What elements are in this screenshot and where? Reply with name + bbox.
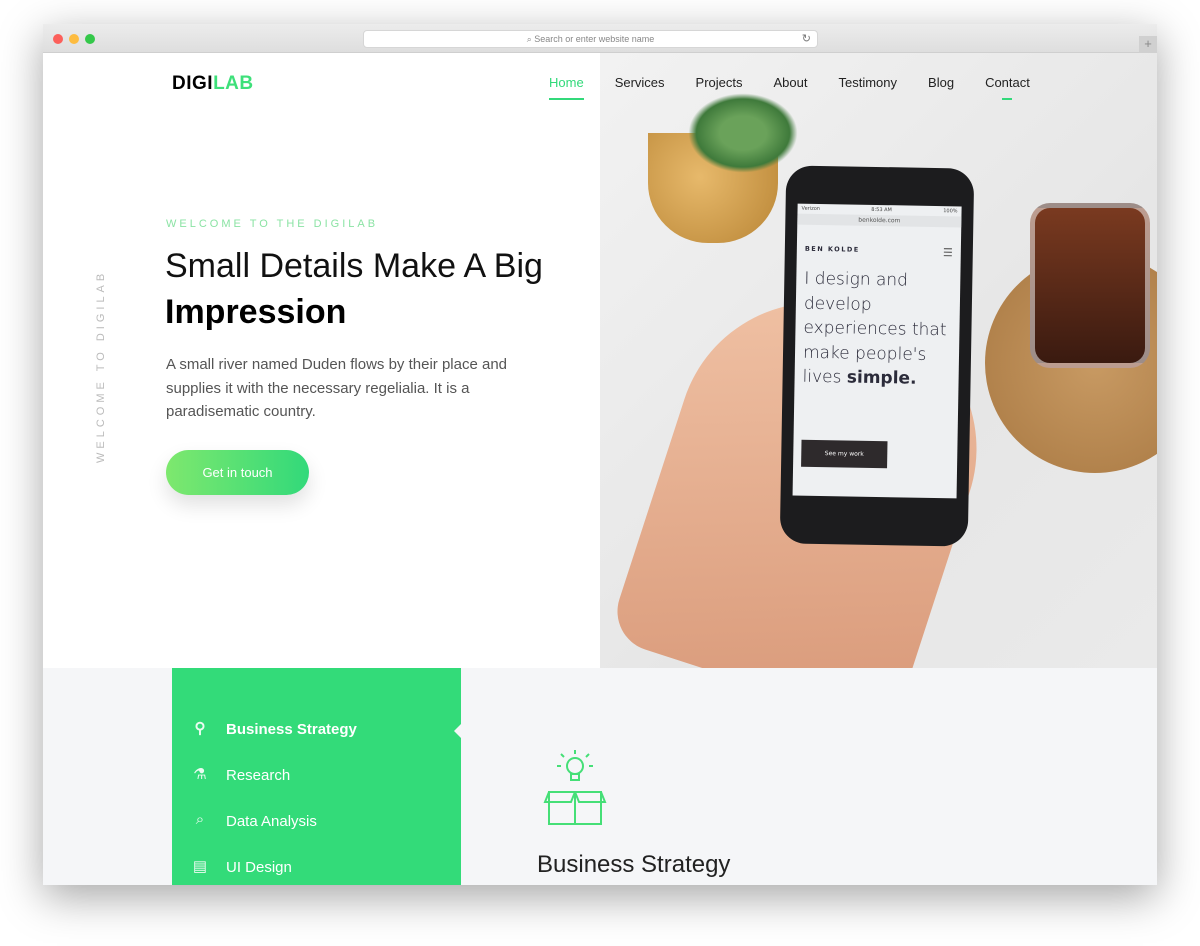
get-in-touch-button[interactable]: Get in touch xyxy=(166,450,309,495)
new-tab-button[interactable]: + xyxy=(1139,36,1157,53)
hamburger-icon: ☰ xyxy=(942,246,953,260)
phone-url: benkolde.com xyxy=(797,213,962,228)
idea-box-icon xyxy=(543,750,607,825)
address-placeholder: Search or enter website name xyxy=(534,34,655,44)
logo-part-2: LAB xyxy=(213,73,254,94)
plant-pot-image xyxy=(648,93,798,243)
nav-blog[interactable]: Blog xyxy=(928,75,954,90)
nav-contact[interactable]: Contact xyxy=(985,75,1030,100)
hero-title-line2: Impression xyxy=(165,293,347,331)
vertical-text: WELCOME TO DIGILAB xyxy=(95,269,107,463)
succulent-image xyxy=(688,93,798,173)
phone-tagline-bold: simple. xyxy=(846,367,917,389)
logo-part-1: DIGI xyxy=(172,73,214,94)
tab-label: Data Analysis xyxy=(226,812,317,830)
reload-icon[interactable]: ↻ xyxy=(802,31,811,47)
flask-icon: ⚗ xyxy=(193,766,207,783)
page: Verizon 8:53 AM 100% benkolde.com BEN KOLD… xyxy=(43,53,1157,885)
hero-title-line1: Small Details Make A Big xyxy=(165,247,543,285)
tab-label: Business Strategy xyxy=(226,720,357,738)
maximize-window-button[interactable] xyxy=(85,34,95,44)
close-window-button[interactable] xyxy=(53,34,63,44)
design-layout-icon: ▤ xyxy=(192,858,208,875)
hero-paragraph: A small river named Duden flows by their… xyxy=(166,356,508,420)
tab-ui-design[interactable]: ▤ UI Design xyxy=(190,857,292,877)
services-section: ⚲ Business Strategy ⚗ Research ⌕ Data Analy… xyxy=(43,668,1157,885)
nav-home[interactable]: Home xyxy=(549,75,584,100)
tab-research[interactable]: ⚗ Research xyxy=(190,765,290,785)
phone-mockup: Verizon 8:53 AM 100% benkolde.com BEN KOLD… xyxy=(779,165,975,547)
tab-data-analysis[interactable]: ⌕ Data Analysis xyxy=(190,811,317,831)
nav-projects[interactable]: Projects xyxy=(696,75,743,90)
browser-titlebar: ⌕ Search or enter website name ↻ + xyxy=(43,24,1157,53)
services-tabs: ⚲ Business Strategy ⚗ Research ⌕ Data Analy… xyxy=(172,668,462,885)
tab-label: UI Design xyxy=(226,858,292,876)
hero-kicker: WELCOME TO THE DIGILAB xyxy=(166,218,379,230)
phone-tagline: I design and develop experiences that ma… xyxy=(802,267,960,392)
battery: 100% xyxy=(943,208,958,215)
hero-image: Verizon 8:53 AM 100% benkolde.com BEN KOLD… xyxy=(600,53,1157,668)
glass-image xyxy=(1030,203,1150,368)
browser-window: ⌕ Search or enter website name ↻ + Verizo… xyxy=(43,24,1157,885)
active-tab-pointer xyxy=(454,723,462,739)
minimize-window-button[interactable] xyxy=(69,34,79,44)
phone-brand: BEN KOLDE xyxy=(804,244,860,254)
magnifier-chart-icon: ⌕ xyxy=(195,811,205,828)
tab-label: Research xyxy=(226,766,291,784)
nav-services[interactable]: Services xyxy=(615,75,665,90)
nav-testimony[interactable]: Testimony xyxy=(839,75,898,90)
carrier: Verizon xyxy=(801,205,821,212)
time: 8:53 AM xyxy=(871,206,892,214)
main-nav: Home Services Projects About Testimony B… xyxy=(549,75,1061,100)
phone-see-work-button: See my work xyxy=(801,439,888,469)
idea-box-icon: ⚲ xyxy=(194,720,206,737)
nav-about[interactable]: About xyxy=(774,75,808,90)
phone-screen: Verizon 8:53 AM 100% benkolde.com BEN KOLD… xyxy=(792,203,962,499)
service-title: Business Strategy xyxy=(537,851,731,878)
address-bar[interactable]: ⌕ Search or enter website name ↻ xyxy=(363,30,818,48)
tab-business-strategy[interactable]: ⚲ Business Strategy xyxy=(190,719,357,739)
logo[interactable]: DIGILAB xyxy=(172,73,254,95)
